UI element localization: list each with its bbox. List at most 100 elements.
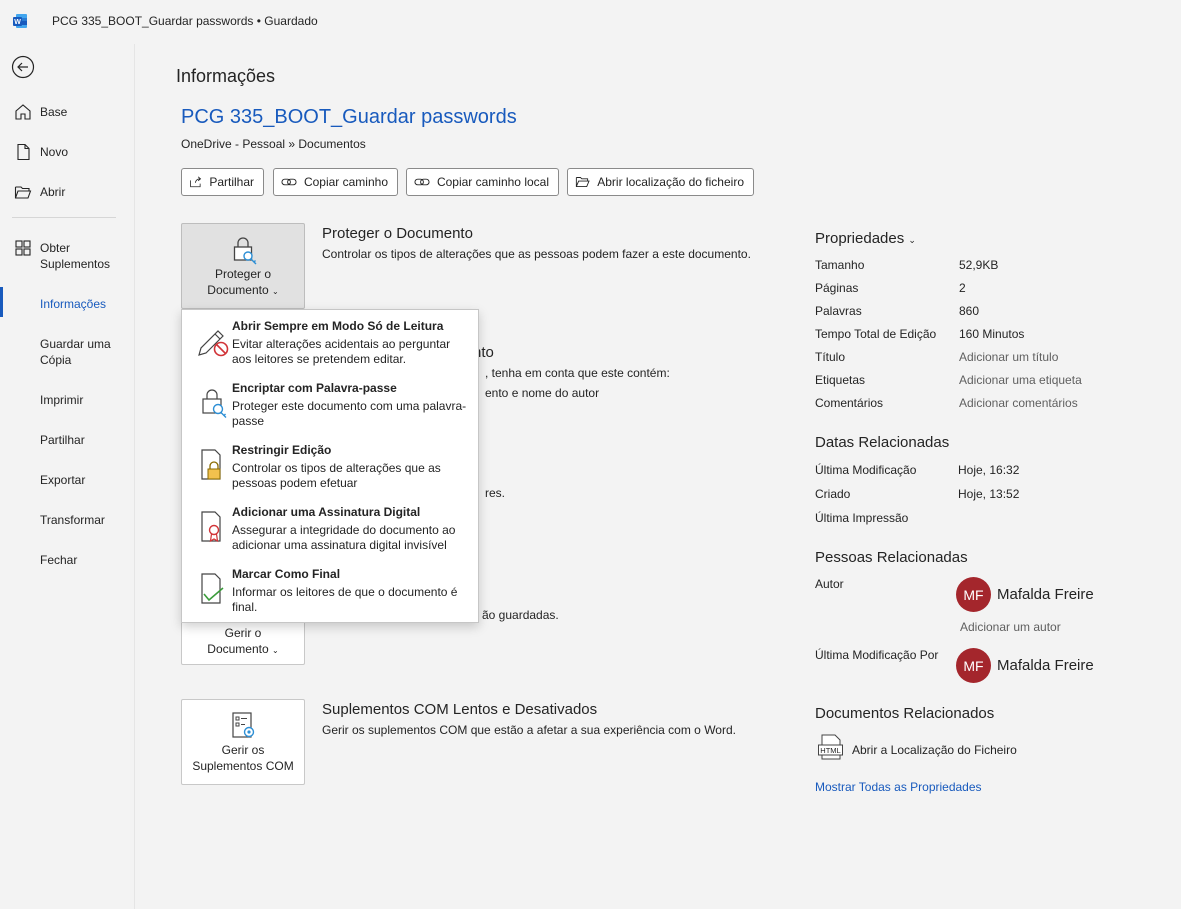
button-label: Partilhar — [209, 175, 254, 189]
avatar[interactable]: MF — [956, 577, 991, 612]
menu-item-desc: Proteger este documento com uma palavra-… — [232, 399, 467, 428]
menu-item-title: Abrir Sempre em Modo Só de Leitura — [232, 319, 444, 333]
related-dates-title: Datas Relacionadas — [815, 434, 950, 451]
com-section-desc: Gerir os suplementos COM que estão a afe… — [322, 723, 736, 737]
link-label: Abrir a Localização do Ficheiro — [852, 743, 1017, 757]
chevron-down-icon: ⌄ — [908, 235, 916, 245]
manage-section-desc: ão guardadas. — [482, 608, 559, 622]
title-bar: W PCG 335_BOOT_Guardar passwords • Guard… — [0, 0, 1181, 44]
open-folder-icon — [14, 186, 32, 199]
tile-label: Documento — [207, 642, 269, 656]
date-value: Hoje, 13:52 — [958, 487, 1020, 501]
menu-item-desc: Controlar os tipos de alterações que as … — [232, 461, 441, 490]
tile-label: Proteger o — [214, 267, 272, 281]
svg-text:W: W — [14, 19, 21, 26]
prop-key: Etiquetas — [815, 373, 866, 387]
add-ins-grid-icon — [15, 240, 31, 256]
open-file-location-link[interactable]: HTML Abrir a Localização do Ficheiro — [818, 734, 1038, 760]
open-file-location-button[interactable]: Abrir localização do ficheiro — [567, 168, 754, 196]
date-key: Criado — [815, 487, 851, 501]
menu-item-restrict-editing[interactable]: Restringir Edição Controlar os tipos de … — [182, 434, 478, 496]
tile-label-dropdown: Documento ⌄ — [182, 641, 304, 659]
prop-value: 2 — [959, 281, 966, 295]
nav-label: Abrir — [40, 185, 66, 199]
add-author-link[interactable]: Adicionar um autor — [960, 620, 1061, 634]
show-all-properties-link[interactable]: Mostrar Todas as Propriedades — [815, 780, 982, 794]
word-logo-icon: W — [13, 14, 27, 28]
tags-field[interactable]: Adicionar uma etiqueta — [959, 373, 1082, 387]
tile-label: Gerir os — [221, 743, 265, 757]
inspect-section-bullet: res. — [485, 486, 506, 500]
protect-document-tile[interactable]: Proteger o Documento ⌄ — [181, 223, 305, 309]
page-title: Informações — [176, 66, 276, 86]
backstage-nav: Base Novo Abrir Obter Suplementos Inform… — [0, 44, 135, 909]
menu-item-title: Adicionar uma Assinatura Digital — [232, 505, 421, 519]
avatar[interactable]: MF — [956, 648, 991, 683]
menu-item-title: Marcar Como Final — [232, 567, 341, 581]
lock-key-icon — [202, 389, 227, 418]
tile-label: Gerir o — [224, 626, 262, 640]
author-name[interactable]: Mafalda Freire — [997, 586, 1094, 603]
properties-header[interactable]: Propriedades ⌄ — [815, 230, 916, 247]
share-icon — [190, 176, 202, 188]
menu-item-title: Restringir Edição — [232, 443, 332, 457]
prop-value: 160 Minutos — [959, 327, 1025, 341]
prop-key: Título — [815, 350, 846, 364]
copy-local-path-button[interactable]: Copiar caminho local — [406, 168, 559, 196]
link-icon — [281, 178, 297, 186]
tile-label-dropdown: Documento ⌄ — [182, 282, 304, 300]
protect-section-desc: Controlar os tipos de alterações que as … — [322, 247, 751, 261]
com-addins-settings-icon — [232, 712, 255, 738]
modifier-name[interactable]: Mafalda Freire — [997, 657, 1094, 674]
nav-label: Imprimir — [40, 393, 84, 407]
button-label: Copiar caminho local — [436, 175, 549, 189]
nav-label: Exportar — [40, 473, 86, 487]
protect-document-menu: Abrir Sempre em Modo Só de Leitura Evita… — [181, 309, 479, 623]
copy-path-button[interactable]: Copiar caminho — [273, 168, 398, 196]
share-button[interactable]: Partilhar — [181, 168, 264, 196]
prop-key: Páginas — [815, 281, 859, 295]
nav-label: Obter Suplementos — [40, 241, 111, 271]
document-check-icon — [201, 573, 224, 604]
lock-key-icon — [233, 237, 257, 265]
prop-key: Tempo Total de Edição — [815, 327, 937, 341]
prop-value: 860 — [959, 304, 980, 318]
nav-label: Guardar uma Cópia — [40, 337, 111, 367]
menu-item-mark-final[interactable]: Marcar Como Final Informar os leitores d… — [182, 558, 478, 620]
tile-label: Suplementos COM — [192, 759, 294, 773]
prop-key: Comentários — [815, 396, 884, 410]
nav-label: Base — [40, 105, 68, 119]
button-label: Abrir localização do ficheiro — [597, 175, 744, 189]
comments-field[interactable]: Adicionar comentários — [959, 396, 1078, 410]
document-name: PCG 335_BOOT_Guardar passwords — [181, 106, 517, 128]
document-ribbon-icon — [201, 511, 221, 543]
link-icon — [414, 178, 430, 186]
home-icon — [15, 104, 31, 120]
document-path: OneDrive - Pessoal » Documentos — [181, 137, 366, 151]
chevron-down-icon: ⌄ — [272, 287, 279, 296]
nav-divider — [12, 217, 116, 218]
back-arrow-icon[interactable] — [11, 55, 35, 79]
properties-title: Propriedades — [815, 230, 905, 247]
last-modified-by-label: Última Modificação Por — [815, 648, 939, 662]
menu-item-encrypt[interactable]: Encriptar com Palavra-passe Proteger est… — [182, 372, 478, 434]
nav-label: Fechar — [40, 553, 78, 567]
nav-active-indicator — [0, 287, 3, 317]
prop-key: Palavras — [815, 304, 862, 318]
new-document-icon — [17, 143, 30, 161]
date-value: Hoje, 16:32 — [958, 463, 1020, 477]
manage-com-addins-tile[interactable]: Gerir os Suplementos COM — [181, 699, 305, 785]
menu-item-desc: Evitar alterações acidentais ao pergunta… — [232, 337, 451, 366]
title-field[interactable]: Adicionar um título — [959, 350, 1058, 364]
menu-item-digital-signature[interactable]: Adicionar uma Assinatura Digital Assegur… — [182, 496, 478, 558]
date-key: Última Impressão — [815, 511, 909, 525]
inspect-section-bullet: ento e nome do autor — [485, 386, 600, 400]
related-people-title: Pessoas Relacionadas — [815, 549, 968, 566]
chevron-down-icon: ⌄ — [272, 646, 279, 655]
prop-value: 52,9KB — [959, 258, 999, 272]
menu-item-read-only[interactable]: Abrir Sempre em Modo Só de Leitura Evita… — [182, 310, 478, 372]
nav-label: Novo — [40, 145, 69, 159]
tile-label: Documento — [207, 283, 269, 297]
author-label: Autor — [815, 577, 844, 591]
menu-item-title: Encriptar com Palavra-passe — [232, 381, 397, 395]
